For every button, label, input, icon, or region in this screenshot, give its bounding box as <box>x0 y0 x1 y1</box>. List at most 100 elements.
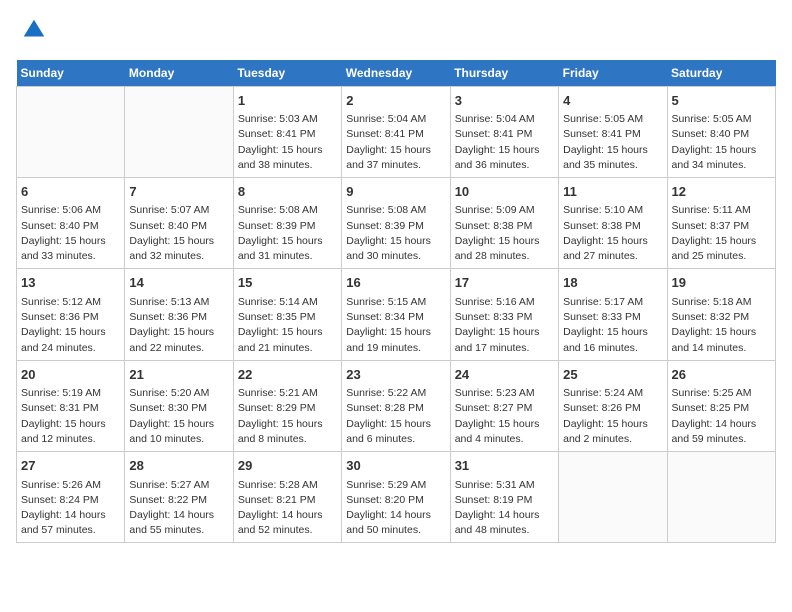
calendar-cell: 24Sunrise: 5:23 AM Sunset: 8:27 PM Dayli… <box>450 360 558 451</box>
day-info: Sunrise: 5:22 AM Sunset: 8:28 PM Dayligh… <box>346 386 445 447</box>
day-info: Sunrise: 5:25 AM Sunset: 8:25 PM Dayligh… <box>672 386 771 447</box>
day-number: 26 <box>672 365 771 385</box>
day-info: Sunrise: 5:24 AM Sunset: 8:26 PM Dayligh… <box>563 386 662 447</box>
day-number: 27 <box>21 456 120 476</box>
calendar-cell: 8Sunrise: 5:08 AM Sunset: 8:39 PM Daylig… <box>233 177 341 268</box>
calendar-cell: 6Sunrise: 5:06 AM Sunset: 8:40 PM Daylig… <box>17 177 125 268</box>
calendar-cell: 4Sunrise: 5:05 AM Sunset: 8:41 PM Daylig… <box>559 86 667 177</box>
calendar-cell: 31Sunrise: 5:31 AM Sunset: 8:19 PM Dayli… <box>450 452 558 543</box>
day-info: Sunrise: 5:28 AM Sunset: 8:21 PM Dayligh… <box>238 478 337 539</box>
calendar-cell <box>667 452 775 543</box>
week-row-4: 27Sunrise: 5:26 AM Sunset: 8:24 PM Dayli… <box>17 452 776 543</box>
calendar-cell: 21Sunrise: 5:20 AM Sunset: 8:30 PM Dayli… <box>125 360 233 451</box>
calendar-cell: 23Sunrise: 5:22 AM Sunset: 8:28 PM Dayli… <box>342 360 450 451</box>
day-info: Sunrise: 5:11 AM Sunset: 8:37 PM Dayligh… <box>672 203 771 264</box>
day-number: 23 <box>346 365 445 385</box>
day-info: Sunrise: 5:26 AM Sunset: 8:24 PM Dayligh… <box>21 478 120 539</box>
day-info: Sunrise: 5:23 AM Sunset: 8:27 PM Dayligh… <box>455 386 554 447</box>
day-info: Sunrise: 5:14 AM Sunset: 8:35 PM Dayligh… <box>238 295 337 356</box>
calendar-cell: 16Sunrise: 5:15 AM Sunset: 8:34 PM Dayli… <box>342 269 450 360</box>
header-wednesday: Wednesday <box>342 60 450 87</box>
calendar-cell: 7Sunrise: 5:07 AM Sunset: 8:40 PM Daylig… <box>125 177 233 268</box>
day-info: Sunrise: 5:16 AM Sunset: 8:33 PM Dayligh… <box>455 295 554 356</box>
day-number: 25 <box>563 365 662 385</box>
calendar-cell: 29Sunrise: 5:28 AM Sunset: 8:21 PM Dayli… <box>233 452 341 543</box>
calendar-header-row: SundayMondayTuesdayWednesdayThursdayFrid… <box>17 60 776 87</box>
day-number: 18 <box>563 273 662 293</box>
day-number: 10 <box>455 182 554 202</box>
day-number: 30 <box>346 456 445 476</box>
day-info: Sunrise: 5:17 AM Sunset: 8:33 PM Dayligh… <box>563 295 662 356</box>
logo-icon <box>20 16 48 44</box>
header-thursday: Thursday <box>450 60 558 87</box>
day-info: Sunrise: 5:20 AM Sunset: 8:30 PM Dayligh… <box>129 386 228 447</box>
day-info: Sunrise: 5:06 AM Sunset: 8:40 PM Dayligh… <box>21 203 120 264</box>
calendar-cell: 11Sunrise: 5:10 AM Sunset: 8:38 PM Dayli… <box>559 177 667 268</box>
day-info: Sunrise: 5:12 AM Sunset: 8:36 PM Dayligh… <box>21 295 120 356</box>
day-number: 4 <box>563 91 662 111</box>
day-info: Sunrise: 5:05 AM Sunset: 8:40 PM Dayligh… <box>672 112 771 173</box>
day-number: 13 <box>21 273 120 293</box>
calendar-cell: 14Sunrise: 5:13 AM Sunset: 8:36 PM Dayli… <box>125 269 233 360</box>
day-number: 16 <box>346 273 445 293</box>
day-number: 6 <box>21 182 120 202</box>
calendar-cell: 28Sunrise: 5:27 AM Sunset: 8:22 PM Dayli… <box>125 452 233 543</box>
day-info: Sunrise: 5:15 AM Sunset: 8:34 PM Dayligh… <box>346 295 445 356</box>
week-row-0: 1Sunrise: 5:03 AM Sunset: 8:41 PM Daylig… <box>17 86 776 177</box>
calendar-cell <box>17 86 125 177</box>
day-number: 29 <box>238 456 337 476</box>
day-number: 11 <box>563 182 662 202</box>
calendar-cell: 3Sunrise: 5:04 AM Sunset: 8:41 PM Daylig… <box>450 86 558 177</box>
day-number: 28 <box>129 456 228 476</box>
calendar-cell: 10Sunrise: 5:09 AM Sunset: 8:38 PM Dayli… <box>450 177 558 268</box>
day-info: Sunrise: 5:29 AM Sunset: 8:20 PM Dayligh… <box>346 478 445 539</box>
header-sunday: Sunday <box>17 60 125 87</box>
day-info: Sunrise: 5:19 AM Sunset: 8:31 PM Dayligh… <box>21 386 120 447</box>
day-info: Sunrise: 5:31 AM Sunset: 8:19 PM Dayligh… <box>455 478 554 539</box>
day-number: 22 <box>238 365 337 385</box>
calendar-cell <box>125 86 233 177</box>
day-info: Sunrise: 5:10 AM Sunset: 8:38 PM Dayligh… <box>563 203 662 264</box>
day-info: Sunrise: 5:13 AM Sunset: 8:36 PM Dayligh… <box>129 295 228 356</box>
calendar-cell: 13Sunrise: 5:12 AM Sunset: 8:36 PM Dayli… <box>17 269 125 360</box>
page-header <box>16 16 776 50</box>
day-number: 8 <box>238 182 337 202</box>
calendar-cell: 19Sunrise: 5:18 AM Sunset: 8:32 PM Dayli… <box>667 269 775 360</box>
day-number: 5 <box>672 91 771 111</box>
calendar-cell: 22Sunrise: 5:21 AM Sunset: 8:29 PM Dayli… <box>233 360 341 451</box>
day-info: Sunrise: 5:03 AM Sunset: 8:41 PM Dayligh… <box>238 112 337 173</box>
header-friday: Friday <box>559 60 667 87</box>
header-monday: Monday <box>125 60 233 87</box>
day-number: 2 <box>346 91 445 111</box>
day-info: Sunrise: 5:08 AM Sunset: 8:39 PM Dayligh… <box>346 203 445 264</box>
logo <box>16 16 48 50</box>
calendar-cell <box>559 452 667 543</box>
calendar-cell: 20Sunrise: 5:19 AM Sunset: 8:31 PM Dayli… <box>17 360 125 451</box>
day-number: 3 <box>455 91 554 111</box>
week-row-2: 13Sunrise: 5:12 AM Sunset: 8:36 PM Dayli… <box>17 269 776 360</box>
day-number: 31 <box>455 456 554 476</box>
week-row-1: 6Sunrise: 5:06 AM Sunset: 8:40 PM Daylig… <box>17 177 776 268</box>
day-number: 24 <box>455 365 554 385</box>
calendar-cell: 27Sunrise: 5:26 AM Sunset: 8:24 PM Dayli… <box>17 452 125 543</box>
calendar-cell: 30Sunrise: 5:29 AM Sunset: 8:20 PM Dayli… <box>342 452 450 543</box>
day-number: 12 <box>672 182 771 202</box>
calendar-cell: 9Sunrise: 5:08 AM Sunset: 8:39 PM Daylig… <box>342 177 450 268</box>
day-number: 9 <box>346 182 445 202</box>
day-info: Sunrise: 5:04 AM Sunset: 8:41 PM Dayligh… <box>455 112 554 173</box>
day-info: Sunrise: 5:07 AM Sunset: 8:40 PM Dayligh… <box>129 203 228 264</box>
calendar-cell: 2Sunrise: 5:04 AM Sunset: 8:41 PM Daylig… <box>342 86 450 177</box>
day-info: Sunrise: 5:04 AM Sunset: 8:41 PM Dayligh… <box>346 112 445 173</box>
day-number: 21 <box>129 365 228 385</box>
day-number: 15 <box>238 273 337 293</box>
calendar-cell: 17Sunrise: 5:16 AM Sunset: 8:33 PM Dayli… <box>450 269 558 360</box>
day-number: 14 <box>129 273 228 293</box>
day-info: Sunrise: 5:05 AM Sunset: 8:41 PM Dayligh… <box>563 112 662 173</box>
day-number: 7 <box>129 182 228 202</box>
day-info: Sunrise: 5:08 AM Sunset: 8:39 PM Dayligh… <box>238 203 337 264</box>
calendar-cell: 15Sunrise: 5:14 AM Sunset: 8:35 PM Dayli… <box>233 269 341 360</box>
calendar-cell: 1Sunrise: 5:03 AM Sunset: 8:41 PM Daylig… <box>233 86 341 177</box>
calendar-cell: 18Sunrise: 5:17 AM Sunset: 8:33 PM Dayli… <box>559 269 667 360</box>
calendar-cell: 12Sunrise: 5:11 AM Sunset: 8:37 PM Dayli… <box>667 177 775 268</box>
calendar-body: 1Sunrise: 5:03 AM Sunset: 8:41 PM Daylig… <box>17 86 776 543</box>
